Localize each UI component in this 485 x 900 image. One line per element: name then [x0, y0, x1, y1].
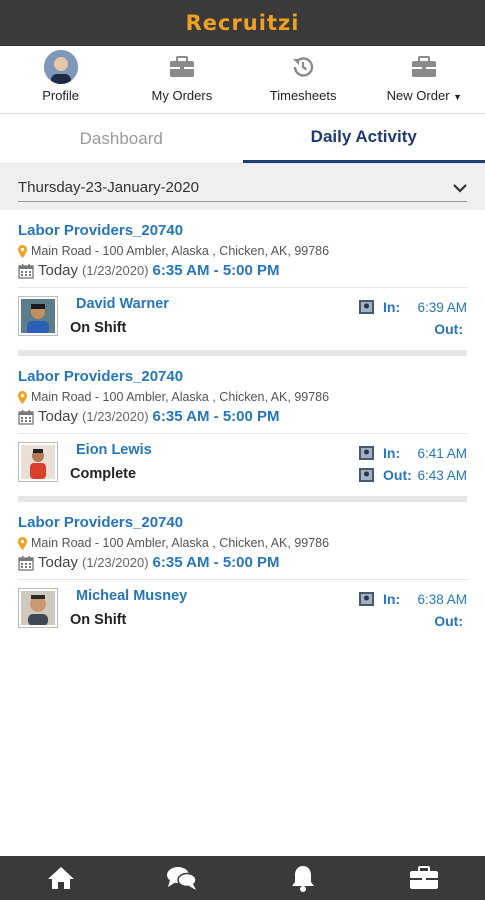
map-pin-icon: [18, 536, 27, 550]
punch-times: In: 6:38 AM Out:: [359, 588, 467, 632]
nav-new-order[interactable]: New Order ▼: [364, 46, 485, 113]
punch-photo-icon[interactable]: [359, 468, 374, 482]
punch-out: Out:: [434, 321, 463, 337]
punch-in: In: 6:39 AM: [359, 296, 467, 318]
date-filter: Thursday-23-January-2020: [0, 164, 485, 210]
caret-down-icon: ▼: [453, 92, 463, 102]
map-pin-icon: [18, 390, 27, 404]
app-header: Recruitzi: [0, 0, 485, 46]
top-nav: Profile My Orders Timesheets New Order ▼: [0, 46, 485, 114]
map-pin-icon: [18, 244, 27, 258]
calendar-icon: [18, 555, 34, 571]
chevron-down-icon: [453, 183, 467, 193]
activity-card[interactable]: Labor Providers_20740 Main Road - 100 Am…: [0, 502, 485, 642]
brand-logo: Recruitzi: [185, 11, 300, 35]
punch-times: In: 6:41 AM Out: 6:43 AM: [359, 442, 467, 486]
worker-row: Micheal Musney On Shift In: 6:38 AM Out:: [18, 579, 467, 642]
worker-photo[interactable]: [18, 588, 58, 628]
nav-label: My Orders: [151, 88, 213, 103]
punch-photo-icon[interactable]: [359, 592, 374, 606]
worker-status: On Shift: [70, 320, 127, 336]
punch-in: In: 6:41 AM: [359, 442, 467, 464]
punch-photo-icon[interactable]: [359, 446, 374, 460]
activity-card[interactable]: Labor Providers_20740 Main Road - 100 Am…: [0, 210, 485, 350]
worker-status: Complete: [70, 466, 137, 482]
worker-photo[interactable]: [18, 296, 58, 336]
home-icon[interactable]: [41, 863, 81, 893]
order-address: Main Road - 100 Ambler, Alaska , Chicken…: [18, 390, 467, 404]
order-title[interactable]: Labor Providers_20740: [18, 222, 467, 239]
nav-profile[interactable]: Profile: [0, 46, 121, 113]
calendar-icon: [18, 409, 34, 425]
punch-out: Out:: [434, 613, 463, 629]
worker-name[interactable]: David Warner: [76, 296, 359, 312]
date-select-value: Thursday-23-January-2020: [18, 179, 199, 196]
briefcase-icon: [169, 56, 194, 77]
order-address: Main Road - 100 Ambler, Alaska , Chicken…: [18, 244, 467, 258]
nav-label: Profile: [42, 88, 80, 103]
nav-my-orders[interactable]: My Orders: [121, 46, 242, 113]
avatar: [43, 50, 78, 84]
punch-photo-icon[interactable]: [359, 300, 374, 314]
briefcase-icon: [412, 56, 437, 77]
worker-status: On Shift: [70, 612, 127, 628]
order-title[interactable]: Labor Providers_20740: [18, 514, 467, 531]
bell-icon[interactable]: [283, 863, 323, 893]
briefcase-icon[interactable]: [404, 863, 444, 893]
order-title[interactable]: Labor Providers_20740: [18, 368, 467, 385]
nav-timesheets[interactable]: Timesheets: [243, 46, 364, 113]
worker-row: David Warner On Shift In: 6:39 AM Out:: [18, 287, 467, 350]
history-icon: [293, 57, 314, 77]
tab-bar: Dashboard Daily Activity: [0, 114, 485, 164]
worker-name[interactable]: Eion Lewis: [76, 442, 359, 458]
worker-name[interactable]: Micheal Musney: [76, 588, 359, 604]
worker-photo[interactable]: [18, 442, 58, 482]
nav-label: New Order ▼: [386, 88, 463, 103]
order-schedule: Today (1/23/2020) 6:35 AM - 5:00 PM: [18, 408, 467, 425]
activity-card[interactable]: Labor Providers_20740 Main Road - 100 Am…: [0, 356, 485, 496]
worker-row: Eion Lewis Complete In: 6:41 AM Out: 6:4…: [18, 433, 467, 496]
punch-out: Out: 6:43 AM: [359, 464, 467, 486]
order-schedule: Today (1/23/2020) 6:35 AM - 5:00 PM: [18, 554, 467, 571]
date-select[interactable]: Thursday-23-January-2020: [18, 174, 467, 202]
bottom-nav: [0, 856, 485, 900]
chat-icon[interactable]: [162, 863, 202, 893]
tab-dashboard[interactable]: Dashboard: [0, 114, 243, 163]
tab-daily-activity[interactable]: Daily Activity: [242, 114, 485, 163]
order-address: Main Road - 100 Ambler, Alaska , Chicken…: [18, 536, 467, 550]
nav-label: Timesheets: [269, 88, 337, 103]
punch-times: In: 6:39 AM Out:: [359, 296, 467, 340]
punch-in: In: 6:38 AM: [359, 588, 467, 610]
order-schedule: Today (1/23/2020) 6:35 AM - 5:00 PM: [18, 262, 467, 279]
calendar-icon: [18, 263, 34, 279]
